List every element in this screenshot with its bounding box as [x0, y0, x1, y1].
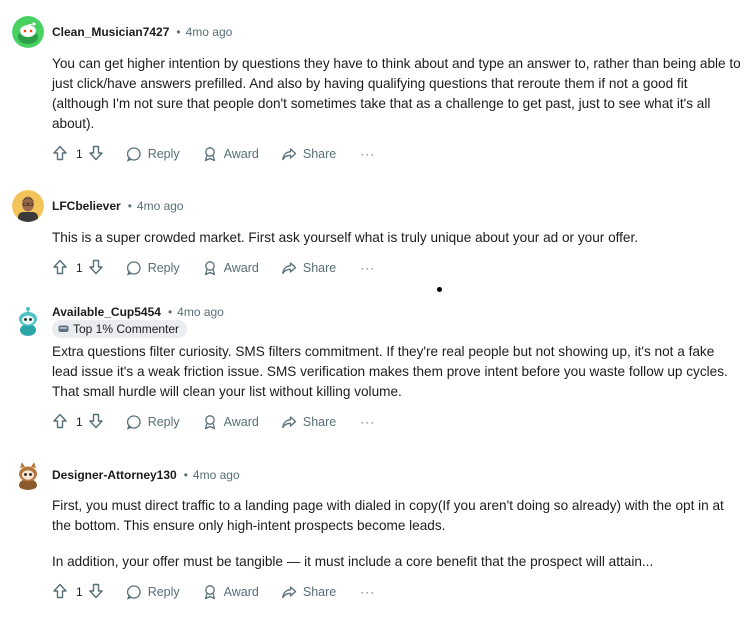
downvote-icon[interactable] [88, 145, 104, 164]
mouse-cursor [437, 287, 442, 292]
more-options-icon[interactable]: ··· [360, 585, 375, 599]
comment-icon [126, 585, 141, 600]
reply-label: Reply [147, 147, 180, 161]
award-label: Award [223, 415, 259, 429]
user-flair: Top 1% Commenter [52, 320, 188, 338]
award-button[interactable]: Award [202, 414, 259, 430]
award-icon [204, 261, 215, 276]
comment-icon [126, 261, 141, 276]
reply-button[interactable]: Reply [126, 260, 180, 276]
author-name[interactable]: Clean_Musician7427 [52, 25, 169, 39]
share-icon [282, 262, 297, 275]
action-bar: 1 Reply Award Share ··· [52, 258, 375, 278]
downvote-icon[interactable] [88, 259, 104, 278]
share-label: Share [302, 415, 337, 429]
award-icon [204, 585, 215, 600]
award-button[interactable]: Award [202, 146, 259, 162]
share-icon [282, 416, 297, 429]
comment-paragraph: First, you must direct traffic to a land… [52, 498, 724, 533]
vote-group: 1 [52, 583, 104, 602]
avatar[interactable] [12, 16, 44, 48]
vote-group: 1 [52, 145, 104, 164]
comment-paragraph: This is a super crowded market. First as… [52, 230, 639, 245]
separator: • [176, 25, 181, 39]
reply-button[interactable]: Reply [126, 584, 180, 600]
separator: • [183, 468, 188, 482]
vote-count: 1 [76, 415, 83, 429]
reply-label: Reply [147, 261, 180, 275]
share-label: Share [302, 147, 337, 161]
action-bar: 1 Reply Award Share ··· [52, 144, 375, 164]
upvote-icon[interactable] [52, 259, 68, 278]
timestamp[interactable]: 4mo ago [137, 199, 184, 213]
comment-bubble-icon [58, 325, 69, 332]
more-options-icon[interactable]: ··· [360, 415, 375, 429]
comment-paragraph: In addition, your offer must be tangible… [52, 554, 654, 569]
share-label: Share [302, 585, 337, 599]
author-name[interactable]: LFCbeliever [52, 199, 121, 213]
comment-paragraph: Extra questions filter curiosity. SMS fi… [52, 344, 728, 399]
award-label: Award [223, 261, 259, 275]
vote-group: 1 [52, 413, 104, 432]
reply-label: Reply [147, 585, 180, 599]
timestamp[interactable]: 4mo ago [177, 305, 224, 319]
separator: • [127, 199, 132, 213]
action-bar: 1 Reply Award Share ··· [52, 412, 375, 432]
more-options-icon[interactable]: ··· [360, 147, 375, 161]
avatar[interactable] [12, 190, 44, 222]
upvote-icon[interactable] [52, 583, 68, 602]
share-label: Share [302, 261, 337, 275]
timestamp[interactable]: 4mo ago [193, 468, 240, 482]
comment-paragraph: You can get higher intention by question… [52, 56, 741, 131]
share-button[interactable]: Share [281, 414, 336, 430]
comment-body: Extra questions filter curiosity. SMS fi… [52, 342, 742, 402]
comment-body: This is a super crowded market. First as… [52, 228, 742, 248]
reply-label: Reply [147, 415, 180, 429]
downvote-icon[interactable] [88, 583, 104, 602]
comment-icon [126, 147, 141, 162]
upvote-icon[interactable] [52, 413, 68, 432]
award-button[interactable]: Award [202, 584, 259, 600]
award-label: Award [223, 585, 259, 599]
comment-icon [126, 415, 141, 430]
share-button[interactable]: Share [281, 584, 336, 600]
author-name[interactable]: Available_Cup5454 [52, 305, 161, 319]
vote-count: 1 [76, 585, 83, 599]
share-button[interactable]: Share [281, 260, 336, 276]
more-options-icon[interactable]: ··· [360, 261, 375, 275]
comment-body: First, you must direct traffic to a land… [52, 496, 742, 572]
action-bar: 1 Reply Award Share ··· [52, 582, 375, 602]
share-button[interactable]: Share [281, 146, 336, 162]
upvote-icon[interactable] [52, 145, 68, 164]
downvote-icon[interactable] [88, 413, 104, 432]
avatar[interactable] [12, 304, 44, 336]
vote-group: 1 [52, 259, 104, 278]
reply-button[interactable]: Reply [126, 414, 180, 430]
vote-count: 1 [76, 261, 83, 275]
share-icon [282, 586, 297, 599]
vote-count: 1 [76, 147, 83, 161]
separator: • [167, 305, 173, 319]
flair-label: Top 1% Commenter [73, 322, 180, 336]
share-icon [282, 148, 297, 161]
reply-button[interactable]: Reply [126, 146, 180, 162]
comment-body: You can get higher intention by question… [52, 54, 742, 134]
author-name[interactable]: Designer-Attorney130 [52, 468, 177, 482]
award-icon [204, 147, 215, 162]
award-button[interactable]: Award [202, 260, 259, 276]
timestamp[interactable]: 4mo ago [186, 25, 233, 39]
avatar[interactable] [12, 458, 44, 490]
award-icon [204, 415, 215, 430]
award-label: Award [223, 147, 259, 161]
